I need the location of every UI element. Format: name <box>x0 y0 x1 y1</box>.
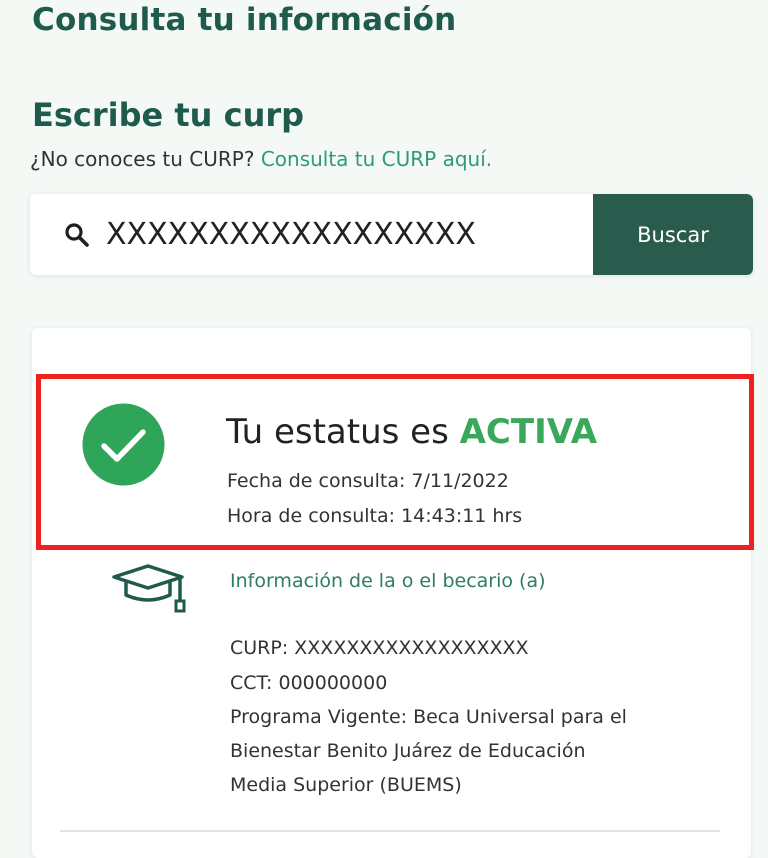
curp-help-question: ¿No conoces tu CURP? <box>30 147 255 171</box>
program-line: Bienestar Benito Juárez de Educación <box>230 740 586 762</box>
status-label: Tu estatus es <box>226 412 449 452</box>
curp-help-text: ¿No conoces tu CURP? Consulta tu CURP aq… <box>30 147 492 171</box>
search-icon <box>63 221 91 249</box>
mortarboard-icon <box>108 563 188 615</box>
program-line: Media Superior (BUEMS) <box>230 774 462 796</box>
page-title: Consulta tu información <box>32 2 457 38</box>
program-line: Programa Vigente: Beca Universal para el <box>230 706 627 728</box>
search-button[interactable]: Buscar <box>593 194 753 275</box>
curp-search-input[interactable] <box>106 210 586 258</box>
cct-line: CCT: 000000000 <box>230 672 388 694</box>
curp-lookup-link[interactable]: Consulta tu CURP aquí. <box>261 147 492 171</box>
status-value: ACTIVA <box>459 412 598 452</box>
curp-line: CURP: XXXXXXXXXXXXXXXXXX <box>230 637 529 659</box>
card-divider <box>60 830 720 832</box>
status-heading: Tu estatus es ACTIVA <box>226 412 597 452</box>
consult-time: Hora de consulta: 14:43:11 hrs <box>227 505 523 527</box>
search-section-title: Escribe tu curp <box>32 96 305 134</box>
becario-title: Información de la o el becario (a) <box>230 570 546 592</box>
check-circle-icon <box>82 403 165 486</box>
consult-date: Fecha de consulta: 7/11/2022 <box>227 470 509 492</box>
curp-search-box: Buscar <box>30 194 753 275</box>
